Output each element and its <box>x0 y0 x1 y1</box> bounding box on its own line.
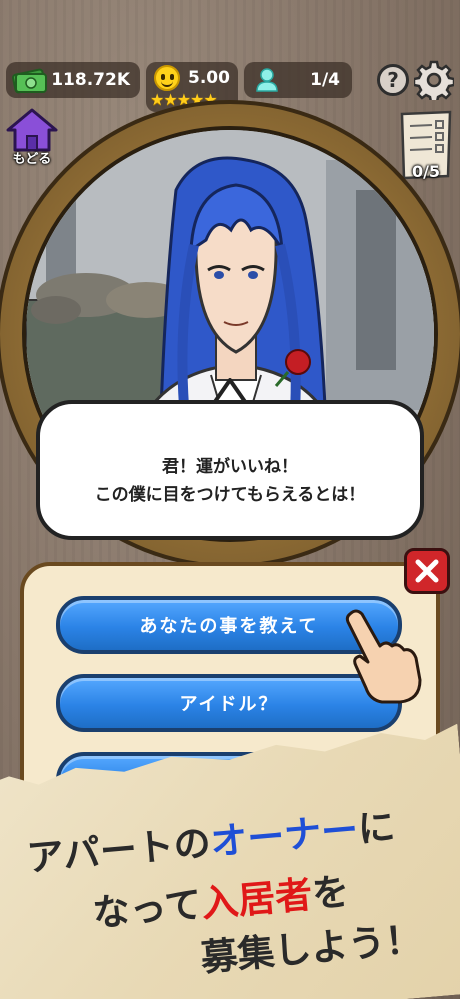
money-value: 118.72K <box>51 70 130 90</box>
tenant-value: 1/4 <box>310 70 340 90</box>
smile-icon <box>154 65 180 91</box>
money-counter: 118.72K <box>6 62 140 98</box>
close-button[interactable] <box>404 548 450 594</box>
money-icon <box>12 68 47 94</box>
promo-tenant: 入居者 <box>199 873 314 926</box>
dialogue-line-2: この僕に目をつけてもらえるとは！ <box>94 485 366 505</box>
promo-line-2c: を <box>310 869 351 916</box>
gear-icon[interactable] <box>414 60 454 100</box>
close-icon <box>415 559 439 583</box>
rating-value: 5.00 <box>188 68 230 88</box>
promo-line-2a: なって <box>90 882 204 936</box>
tenant-counter: 1/4 <box>244 62 352 98</box>
dialogue-line-1: 君！運がいいね！ <box>162 457 298 477</box>
speech-bubble: 君！運がいいね！ この僕に目をつけてもらえるとは！ <box>36 400 424 540</box>
help-icon[interactable]: ? <box>377 64 409 96</box>
pointing-hand-icon <box>345 609 422 704</box>
promo-line-1c: に <box>356 804 397 852</box>
person-icon <box>256 68 278 92</box>
help-symbol: ? <box>387 68 399 92</box>
